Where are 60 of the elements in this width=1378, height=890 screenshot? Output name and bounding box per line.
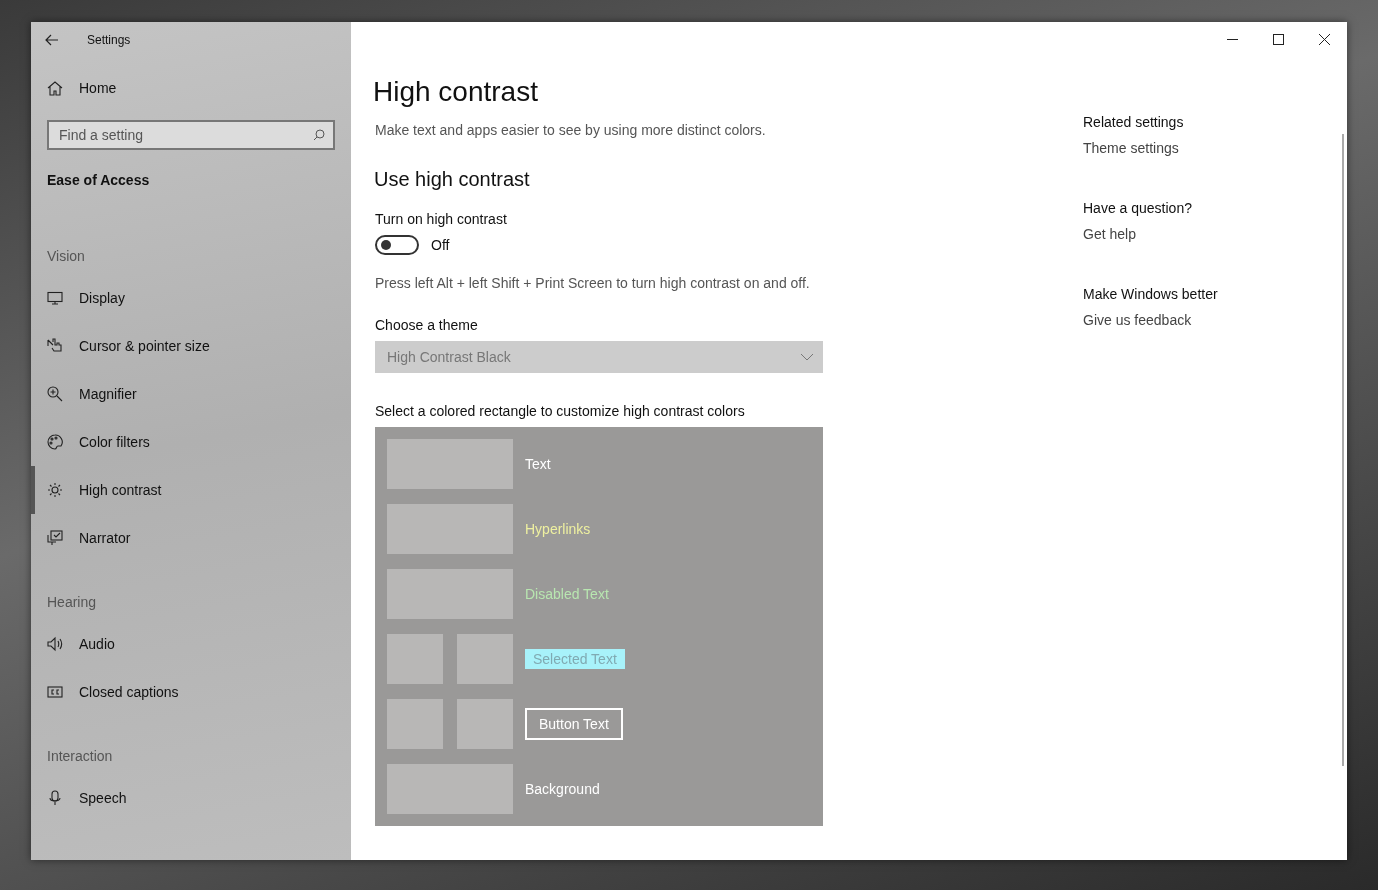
search-icon [313,129,325,141]
sidebar-item[interactable]: Audio [31,620,351,668]
color-label: Disabled Text [525,586,609,602]
sidebar-item[interactable]: Display [31,274,351,322]
selected-text-sample: Selected Text [525,649,625,669]
color-swatch[interactable] [387,699,443,749]
sidebar-item-icon [47,636,63,652]
sidebar-item-icon [47,338,63,354]
toggle-state: Off [431,237,450,253]
category-title: Ease of Access [46,171,151,188]
sidebar-item-icon [47,290,63,306]
sidebar-item-icon [47,482,63,498]
sidebar-item-icon [47,790,63,806]
home-icon [47,80,63,96]
color-swatch[interactable] [387,569,513,619]
group-heading: Vision [46,247,86,266]
color-label: Text [525,456,551,472]
color-swatch[interactable] [387,634,443,684]
group-heading: Hearing [46,593,98,612]
related-heading: Have a question? [1083,200,1193,216]
related-link[interactable]: Give us feedback [1083,312,1283,328]
sidebar-item[interactable]: Speech [31,774,351,822]
page-description: Make text and apps easier to see by using more distinct colors. [374,122,767,138]
sidebar-item[interactable]: Color filters [31,418,351,466]
home-link[interactable]: Home [31,64,351,112]
sidebar-item[interactable]: Cursor & pointer size [31,322,351,370]
sidebar-item-icon [47,684,63,700]
color-swatch[interactable] [387,504,513,554]
related-heading: Related settings [1083,114,1185,130]
section-title: Use high contrast [373,168,531,191]
toggle-switch[interactable] [375,235,419,255]
close-icon [1318,33,1330,45]
sidebar-item-icon [47,434,63,450]
color-swatch[interactable] [387,439,513,489]
search-field[interactable]: Find a setting [47,120,335,150]
color-swatch[interactable] [457,634,513,684]
maximize-icon [1272,33,1284,45]
scrollbar[interactable] [1342,134,1344,766]
related-link[interactable]: Theme settings [1083,140,1283,156]
colors-label: Select a colored rectangle to customize high contrast colors [374,403,746,419]
color-label: Hyperlinks [525,521,591,537]
page-title: High contrast [373,76,539,108]
sidebar-item-icon [47,386,63,402]
color-swatch[interactable] [457,699,513,749]
sidebar-item[interactable]: Closed captions [31,668,351,716]
shortcut-hint: Press left Alt + left Shift + Print Screen to turn high contrast on and off. [374,275,811,291]
related-link[interactable]: Get help [1083,226,1283,242]
color-swatch[interactable] [387,764,513,814]
sidebar-item-icon [47,530,63,546]
back-arrow-icon[interactable] [45,34,59,46]
color-label: Background [525,781,600,797]
sidebar-item[interactable]: High contrast [31,466,351,514]
window-title: Settings [87,33,131,47]
related-heading: Make Windows better [1083,286,1219,302]
chevron-icon [801,353,813,361]
toggle-label: Turn on high contrast [374,211,508,227]
theme-label: Choose a theme [374,317,479,333]
group-heading: Interaction [46,747,114,766]
sidebar-item[interactable]: Narrator [31,514,351,562]
sidebar-item[interactable]: Magnifier [31,370,351,418]
